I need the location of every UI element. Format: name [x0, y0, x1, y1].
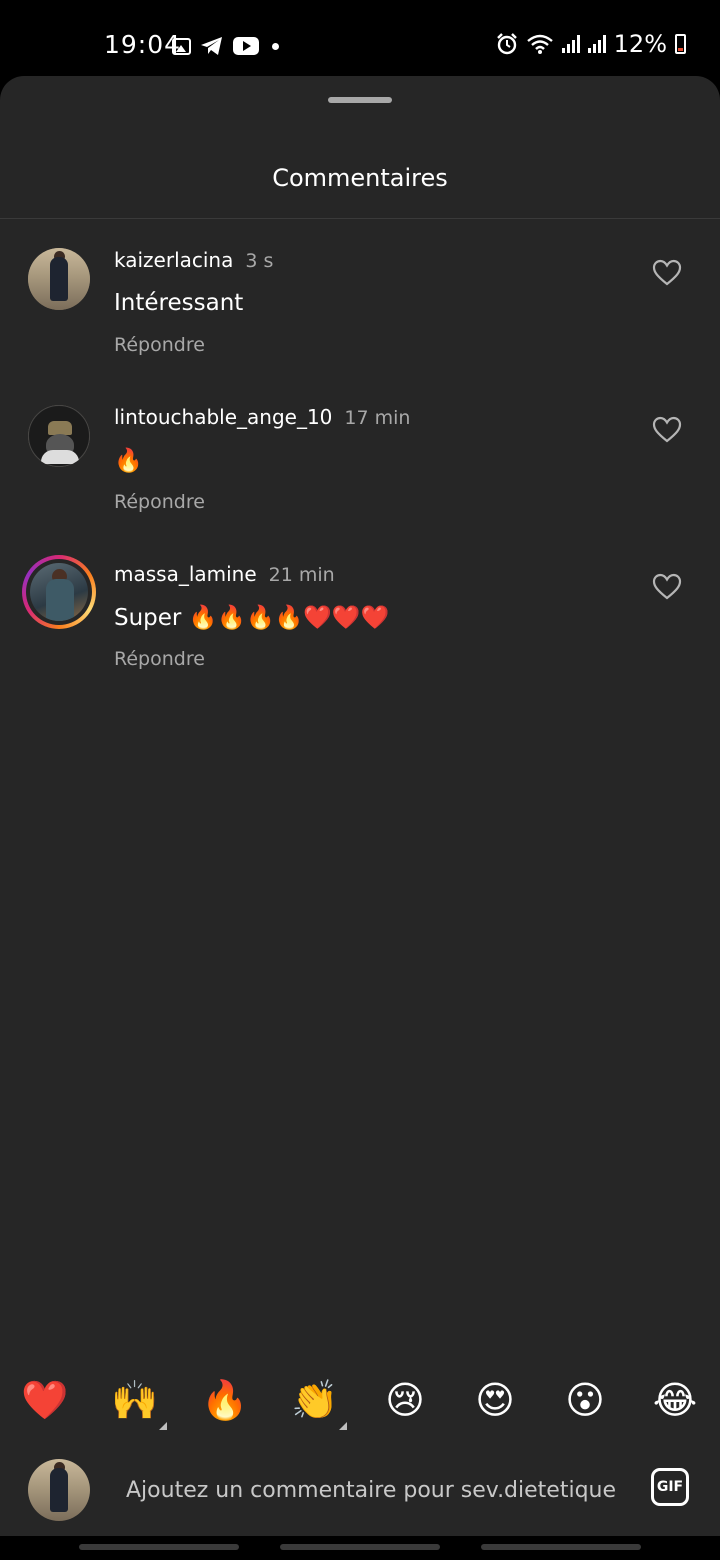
notification-icons — [172, 36, 279, 56]
like-heart-icon[interactable] — [652, 572, 682, 602]
system-nav-bar — [0, 1536, 720, 1560]
quick-emoji-bar: ❤️ 🙌 🔥 👏 😢 😍 😮 😂 — [0, 1374, 720, 1434]
emoji-surprised-button[interactable]: 😮 — [559, 1374, 611, 1426]
drag-handle[interactable] — [328, 97, 392, 103]
avatar[interactable] — [28, 248, 90, 310]
emoji-raised-hands-button[interactable]: 🙌 — [109, 1374, 167, 1430]
comment-item: massa_lamine 21 min Super 🔥🔥🔥🔥❤️❤️❤️ Rép… — [0, 548, 720, 678]
emoji-heart-eyes-button[interactable]: 😍 — [469, 1374, 521, 1426]
comment-username[interactable]: lintouchable_ange_10 — [114, 405, 332, 429]
emoji-clap-button[interactable]: 👏 — [289, 1374, 347, 1430]
telegram-icon — [201, 37, 222, 55]
nav-recents-button[interactable] — [79, 1544, 239, 1550]
status-time: 19:04 — [104, 30, 182, 59]
comment-composer: GIF — [0, 1448, 720, 1536]
emoji-glyph: 👏 — [291, 1378, 339, 1422]
reply-button[interactable]: Répondre — [114, 491, 205, 513]
nav-back-button[interactable] — [481, 1544, 641, 1550]
comment-meta: kaizerlacina 3 s — [114, 248, 273, 272]
reply-button[interactable]: Répondre — [114, 648, 205, 670]
comment-text: Super 🔥🔥🔥🔥❤️❤️❤️ — [114, 605, 390, 631]
emoji-laugh-button[interactable]: 😂 — [649, 1374, 701, 1426]
reply-button[interactable]: Répondre — [114, 334, 205, 356]
comment-text: 🔥 — [114, 448, 143, 474]
comment-time: 17 min — [344, 407, 411, 429]
signal-icon — [561, 35, 580, 53]
comment-text: Intéressant — [114, 290, 244, 316]
divider — [0, 218, 720, 219]
dot-icon — [272, 42, 279, 50]
avatar[interactable] — [28, 405, 90, 467]
gif-button[interactable]: GIF — [651, 1468, 689, 1506]
comment-item: kaizerlacina 3 s Intéressant Répondre — [0, 234, 720, 364]
status-bar: 19:04 12% — [0, 0, 720, 78]
avatar-story-ring[interactable] — [22, 555, 96, 629]
comment-time: 3 s — [245, 250, 274, 272]
comment-meta: massa_lamine 21 min — [114, 562, 335, 586]
signal-icon — [587, 35, 606, 53]
comment-time: 21 min — [268, 564, 335, 586]
skin-tone-indicator — [339, 1422, 347, 1430]
comments-sheet: Commentaires kaizerlacina 3 s Intéressan… — [0, 76, 720, 1536]
emoji-heart-button[interactable]: ❤️ — [19, 1374, 71, 1426]
system-icons: 12% — [496, 30, 686, 58]
battery-percent: 12% — [613, 30, 667, 58]
youtube-icon — [233, 37, 259, 55]
emoji-cry-button[interactable]: 😢 — [379, 1374, 431, 1426]
sheet-title: Commentaires — [272, 164, 448, 192]
comment-meta: lintouchable_ange_10 17 min — [114, 405, 410, 429]
nav-home-button[interactable] — [280, 1544, 440, 1550]
current-user-avatar — [28, 1459, 90, 1521]
wifi-icon — [526, 34, 553, 54]
comment-item: lintouchable_ange_10 17 min 🔥 Répondre — [0, 391, 720, 521]
gallery-icon — [172, 37, 191, 55]
comment-username[interactable]: massa_lamine — [114, 562, 257, 586]
emoji-fire-button[interactable]: 🔥 — [199, 1374, 251, 1426]
like-heart-icon[interactable] — [652, 415, 682, 445]
emoji-glyph: 🙌 — [111, 1378, 159, 1422]
alarm-icon — [496, 33, 517, 55]
comment-username[interactable]: kaizerlacina — [114, 248, 233, 272]
like-heart-icon[interactable] — [652, 258, 682, 288]
comment-input[interactable] — [126, 1468, 626, 1512]
battery-icon — [675, 34, 686, 54]
skin-tone-indicator — [159, 1422, 167, 1430]
